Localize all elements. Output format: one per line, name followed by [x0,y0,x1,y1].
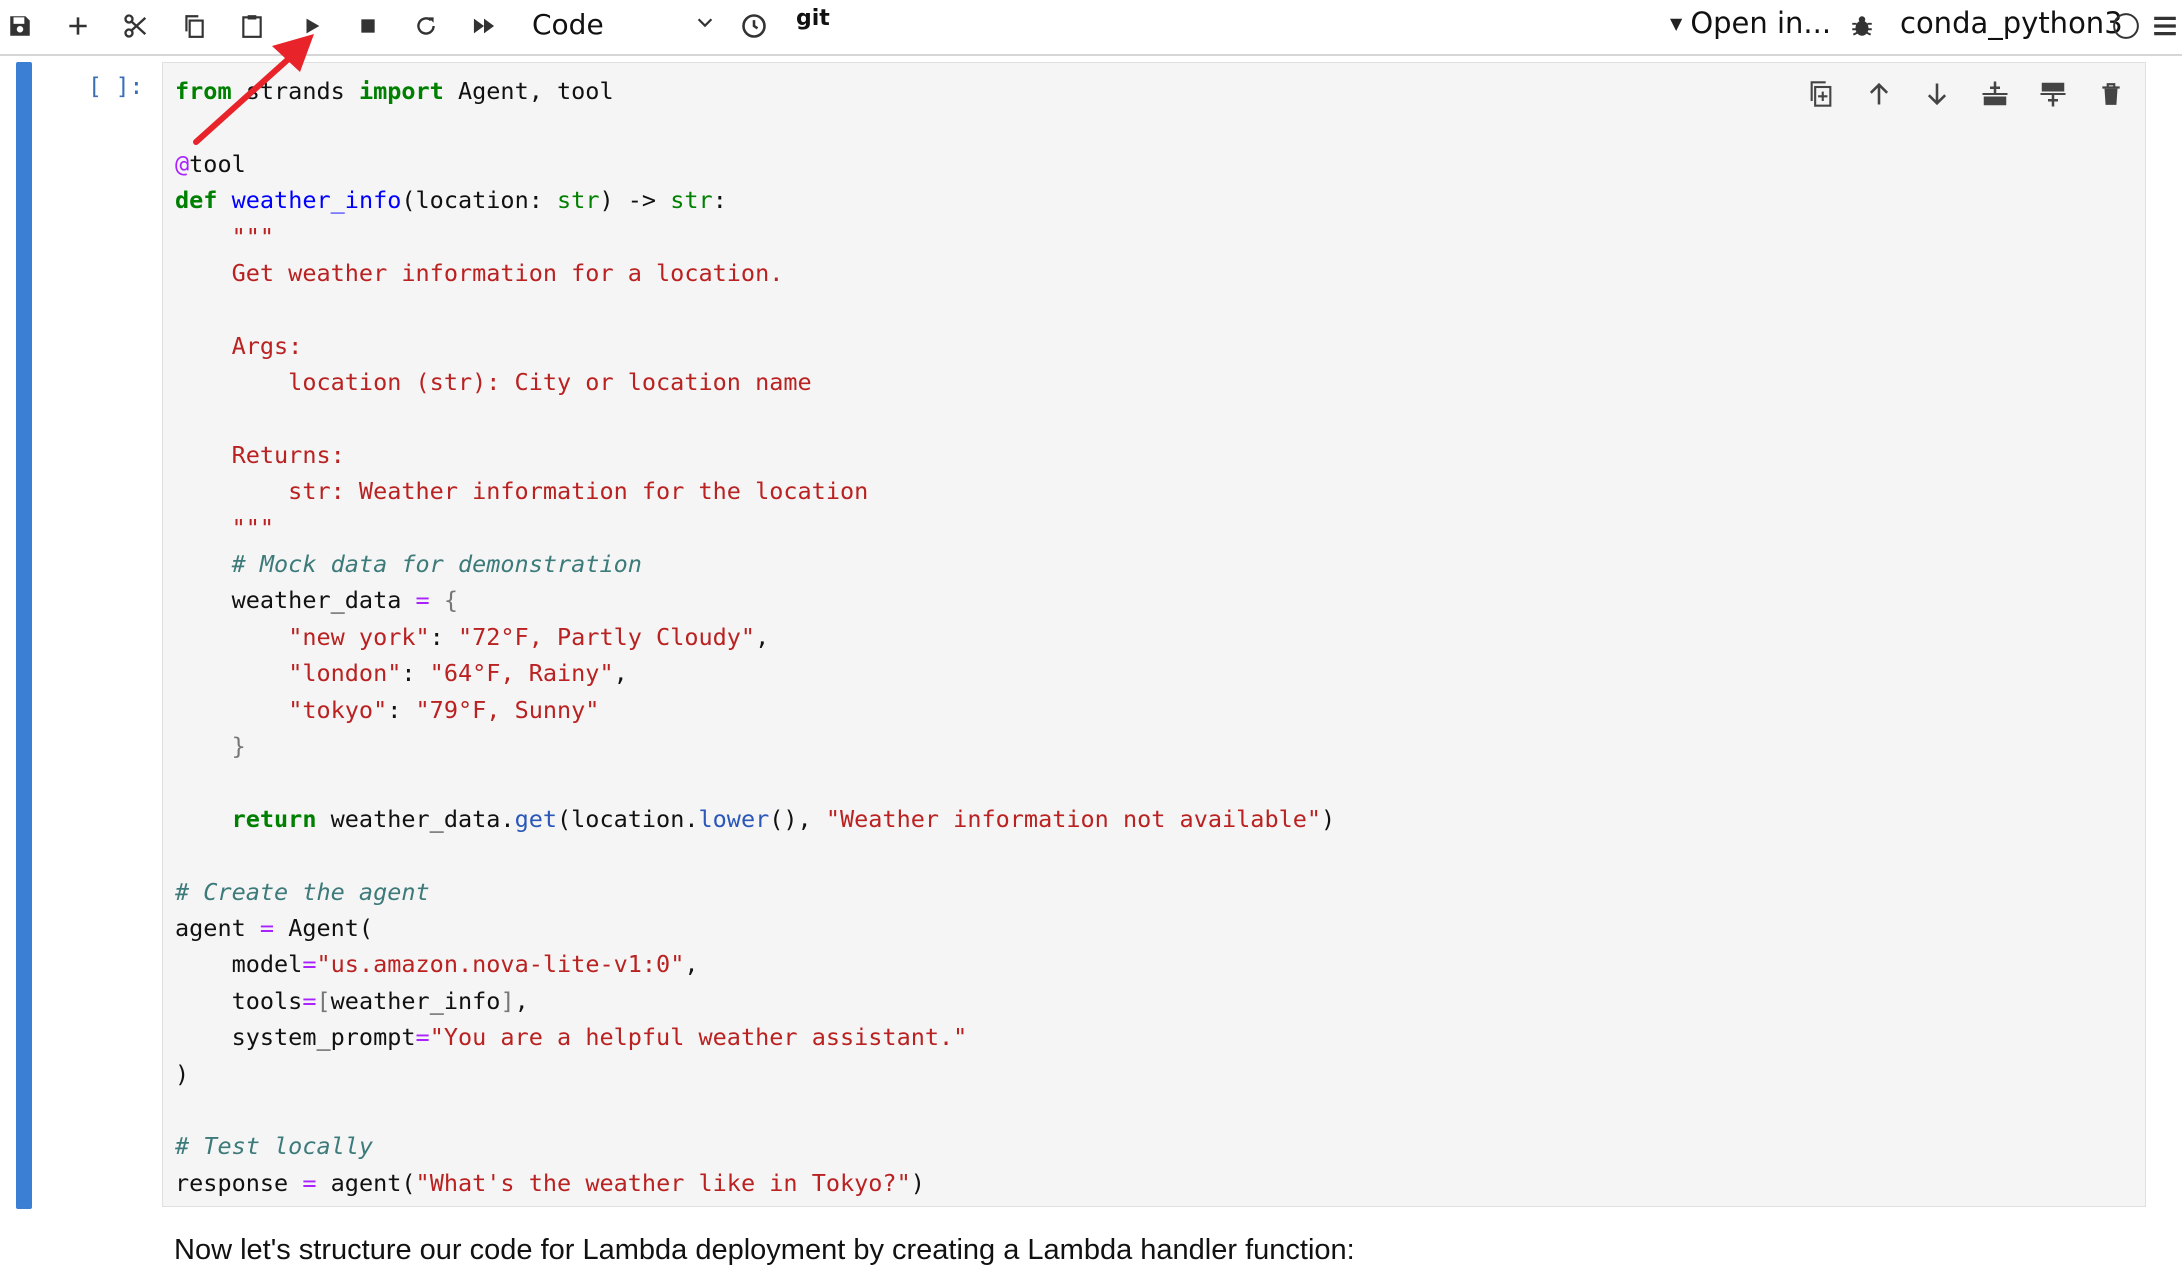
chevron-down-icon [694,11,716,37]
caret-down-icon: ▼ [1670,13,1683,33]
delete-icon[interactable] [2082,74,2140,114]
code-line: # Mock data for demonstration [231,550,642,579]
cell-toolbar [1792,74,2140,114]
move-down-icon[interactable] [1908,74,1966,114]
code-line: ​ [175,764,1335,800]
code-block[interactable]: from strands import Agent, tool ​ @tool def… [175,73,1335,1201]
notebook-toolbar: Code git ▼ Open in... conda_python3 [0,0,2182,56]
duplicate-cell-icon[interactable] [1792,74,1850,114]
code-line: """ [175,513,275,542]
code-line: from strands import Agent, tool [175,77,614,105]
code-line: "tokyo": "79°F, Sunny" [288,695,600,724]
code-line: "london": "64°F, Rainy", [288,659,628,688]
open-in-button[interactable]: ▼ Open in... [1670,2,1831,44]
insert-below-icon[interactable] [1966,74,2024,114]
run-icon[interactable] [292,6,332,46]
code-line: model="us.amazon.nova-lite-v1:0", [175,950,699,979]
clock-icon[interactable] [734,6,774,46]
code-line: ) [175,1059,190,1088]
code-line: ​ [175,837,1335,873]
move-up-icon[interactable] [1850,74,1908,114]
code-line: weather_data = { [175,586,458,615]
open-in-label: Open in... [1690,6,1832,40]
bug-icon[interactable] [1842,6,1882,46]
stop-icon[interactable] [348,6,388,46]
code-line: } [231,732,246,761]
code-line: "new york": "72°F, Partly Cloudy", [288,622,770,651]
insert-above-icon[interactable] [2024,74,2082,114]
execution-prompt: [ ]: [88,74,144,100]
add-cell-icon[interactable] [58,6,98,46]
code-line: ​ [175,109,1335,145]
cell-type-label: Code [532,7,604,41]
save-icon[interactable] [0,6,40,46]
markdown-paragraph: Now let's structure our code for Lambda … [174,1234,1355,1266]
code-line: ​ [175,1092,1335,1128]
hamburger-icon[interactable] [2148,6,2182,46]
run-all-icon[interactable] [464,6,504,46]
paste-icon[interactable] [232,6,272,46]
code-line: Returns: [175,440,345,469]
code-line: location (str): City or location name [175,368,812,397]
code-line: response = agent("What's the weather lik… [175,1168,925,1197]
active-cell-indicator [16,62,32,1209]
cut-icon[interactable] [116,6,156,46]
code-line: @tool [175,149,246,178]
code-line: def weather_info(location: str) -> str: [175,186,727,215]
code-line: # Create the agent [175,877,430,906]
code-line: agent = Agent( [175,913,374,942]
code-line: return weather_data.get(location.lower()… [231,804,1336,833]
restart-icon[interactable] [406,6,446,46]
code-cell-editor[interactable]: from strands import Agent, tool ​ @tool def… [162,62,2146,1207]
code-line: """ [231,222,275,251]
code-line: Get weather information for a location. [175,258,784,287]
code-line: str: Weather information for the locatio… [175,477,869,506]
copy-icon[interactable] [174,6,214,46]
code-line: # Test locally [175,1132,374,1161]
kernel-name[interactable]: conda_python3 [1900,2,2123,44]
cell-type-select[interactable]: Code [532,4,716,44]
kernel-idle-circle-icon [2106,6,2146,46]
code-line: system_prompt="You are a helpful weather… [175,1023,968,1052]
git-button[interactable]: git [796,6,830,31]
code-line: Args: [175,331,303,360]
code-line: tools=[weather_info], [175,986,529,1015]
